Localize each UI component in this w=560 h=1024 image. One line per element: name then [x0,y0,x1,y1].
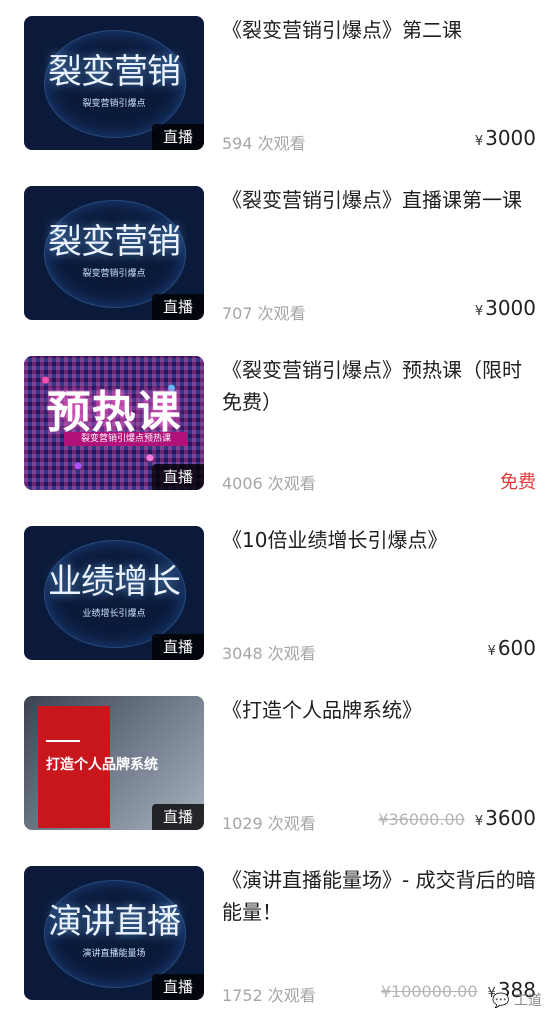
course-title[interactable]: 《裂变营销引爆点》预热课（限时免费） [222,354,540,418]
live-badge: 直播 [152,634,204,660]
watermark: 💬 工道 [492,990,542,1010]
thumbnail-subtitle: 裂变营销引爆点预热课 [64,432,188,446]
thumbnail-title: 业绩增长 [48,562,181,602]
course-item[interactable]: 预热课 裂变营销引爆点预热课 直播 《裂变营销引爆点》预热课（限时免费） 400… [0,340,560,510]
price-area: ¥3000 [475,126,536,150]
course-item[interactable]: 裂变营销 裂变营销引爆点 直播 《裂变营销引爆点》直播课第一课 707 次观看 … [0,170,560,340]
course-thumbnail[interactable]: 裂变营销 裂变营销引爆点 直播 [24,16,204,150]
price-area: ¥36000.00 ¥3600 [378,806,536,830]
free-label: 免费 [500,472,536,493]
currency-symbol: ¥ [474,134,484,149]
original-price: ¥36000.00 [378,810,465,829]
thumbnail-title: 裂变营销 [48,52,181,92]
chat-bubble-icon: 💬 [492,993,510,1009]
live-badge: 直播 [152,464,204,490]
price-area: ¥3000 [475,296,536,320]
original-price: ¥100000.00 [380,982,478,1001]
thumbnail-title: 裂变营销 [48,222,181,262]
thumbnail-subtitle: 裂变营销引爆点 [82,269,146,279]
view-count: 3048 次观看 [222,644,316,663]
live-badge: 直播 [152,294,204,320]
course-title[interactable]: 《10倍业绩增长引爆点》 [222,524,540,556]
thumbnail-subtitle: 演讲直播能量场 [82,949,146,959]
course-item[interactable]: 裂变营销 裂变营销引爆点 直播 《裂变营销引爆点》第二课 594 次观看 ¥30… [0,0,560,170]
course-title[interactable]: 《打造个人品牌系统》 [222,694,540,726]
course-item[interactable]: 打造个人品牌系统 直播 《打造个人品牌系统》 1029 次观看 ¥36000.0… [0,680,560,850]
course-thumbnail[interactable]: 业绩增长 业绩增长引爆点 直播 [24,526,204,660]
live-badge: 直播 [152,804,204,830]
price: 3000 [485,126,536,150]
view-count: 1029 次观看 [222,814,316,833]
live-badge: 直播 [152,974,204,1000]
course-thumbnail[interactable]: 裂变营销 裂变营销引爆点 直播 [24,186,204,320]
live-badge: 直播 [152,124,204,150]
view-count: 1752 次观看 [222,986,316,1005]
course-thumbnail[interactable]: 预热课 裂变营销引爆点预热课 直播 [24,356,204,490]
thumbnail-title: 预热课 [46,387,182,438]
course-title[interactable]: 《裂变营销引爆点》直播课第一课 [222,184,540,216]
course-title[interactable]: 《演讲直播能量场》- 成交背后的暗能量！ [222,864,540,928]
thumbnail-subtitle: 业绩增长引爆点 [82,609,146,619]
thumbnail-title: 打造个人品牌系统 [46,757,158,773]
thumbnail-subtitle: 裂变营销引爆点 [82,99,146,109]
course-item[interactable]: 业绩增长 业绩增长引爆点 直播 《10倍业绩增长引爆点》 3048 次观看 ¥6… [0,510,560,680]
course-title[interactable]: 《裂变营销引爆点》第二课 [222,14,540,46]
currency-symbol: ¥ [474,814,484,829]
price: 600 [497,636,536,660]
course-item[interactable]: 演讲直播 演讲直播能量场 直播 《演讲直播能量场》- 成交背后的暗能量！ 175… [0,850,560,1020]
price: 3600 [485,806,536,830]
price-area: 免费 [500,468,536,494]
view-count: 4006 次观看 [222,474,316,493]
watermark-text: 工道 [514,993,542,1009]
view-count: 707 次观看 [222,304,306,323]
thumbnail-divider [46,740,80,742]
currency-symbol: ¥ [487,644,496,659]
course-thumbnail[interactable]: 打造个人品牌系统 直播 [24,696,204,830]
price-area: ¥600 [488,636,536,660]
course-thumbnail[interactable]: 演讲直播 演讲直播能量场 直播 [24,866,204,1000]
view-count: 594 次观看 [222,134,306,153]
thumbnail-title: 演讲直播 [48,902,181,942]
currency-symbol: ¥ [474,304,484,319]
price: 3000 [485,296,536,320]
